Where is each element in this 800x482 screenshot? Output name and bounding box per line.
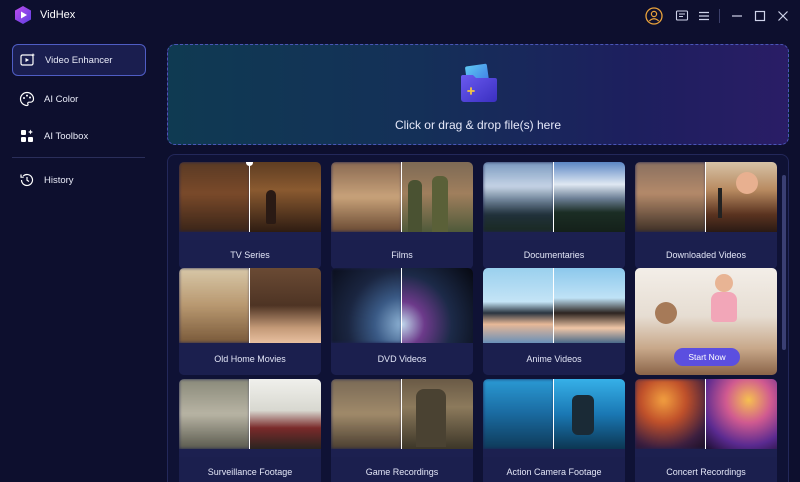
sidebar-item-video-enhancer[interactable]: Video Enhancer bbox=[12, 44, 146, 76]
maximize-icon[interactable] bbox=[750, 6, 770, 26]
sidebar-item-label: AI Color bbox=[44, 93, 79, 105]
card-label: Action Camera Footage bbox=[483, 457, 625, 482]
sidebar-item-ai-color[interactable]: AI Color bbox=[12, 83, 146, 115]
card-thumbnail bbox=[179, 162, 321, 232]
card-thumbnail bbox=[179, 268, 321, 343]
user-icon[interactable] bbox=[644, 6, 664, 26]
start-now-button[interactable]: Start Now bbox=[674, 348, 740, 366]
card-action-camera-footage[interactable]: Action Camera Footage bbox=[483, 379, 625, 482]
feedback-icon[interactable] bbox=[672, 6, 692, 26]
sidebar: Video Enhancer AI Color AI Toolbox Histo… bbox=[0, 32, 158, 482]
card-thumbnail bbox=[331, 268, 473, 343]
card-thumbnail bbox=[635, 379, 777, 449]
card-documentaries[interactable]: Documentaries bbox=[483, 162, 625, 269]
card-thumbnail bbox=[179, 379, 321, 449]
card-thumbnail bbox=[483, 379, 625, 449]
card-films[interactable]: Films bbox=[331, 162, 473, 269]
grid-scrollbar[interactable] bbox=[782, 175, 786, 350]
card-surveillance-footage[interactable]: Surveillance Footage bbox=[179, 379, 321, 482]
add-folder-icon bbox=[461, 63, 497, 102]
card-label: Concert Recordings bbox=[635, 457, 777, 482]
sidebar-item-history[interactable]: History bbox=[12, 164, 146, 196]
sidebar-item-label: AI Toolbox bbox=[44, 130, 89, 142]
card-old-home-movies[interactable]: Old Home Movies bbox=[179, 268, 321, 375]
sidebar-item-label: Video Enhancer bbox=[45, 54, 113, 66]
card-thumbnail bbox=[635, 162, 777, 232]
close-icon[interactable] bbox=[773, 6, 793, 26]
app-name: VidHex bbox=[40, 9, 76, 21]
card-label: Films bbox=[331, 240, 473, 269]
titlebar-separator bbox=[719, 9, 720, 23]
card-thumbnail bbox=[331, 379, 473, 449]
menu-icon[interactable] bbox=[694, 6, 714, 26]
card-label: Surveillance Footage bbox=[179, 457, 321, 482]
scenario-grid: TV Series Films Documentaries Downloaded… bbox=[167, 154, 789, 482]
card-dvd-videos[interactable]: DVD Videos bbox=[331, 268, 473, 375]
card-thumbnail bbox=[331, 162, 473, 232]
card-thumbnail bbox=[483, 162, 625, 232]
card-start-now[interactable]: Start Now bbox=[635, 268, 777, 375]
card-label: Documentaries bbox=[483, 240, 625, 269]
card-concert-recordings[interactable]: Concert Recordings bbox=[635, 379, 777, 482]
card-label: TV Series bbox=[179, 240, 321, 269]
card-label: Game Recordings bbox=[331, 457, 473, 482]
card-label: Downloaded Videos bbox=[635, 240, 777, 269]
card-tv-series[interactable]: TV Series bbox=[179, 162, 321, 269]
history-icon bbox=[19, 172, 35, 188]
minimize-icon[interactable] bbox=[727, 6, 747, 26]
toolbox-icon bbox=[19, 128, 35, 144]
video-enhance-icon bbox=[20, 52, 36, 68]
card-downloaded-videos[interactable]: Downloaded Videos bbox=[635, 162, 777, 269]
palette-icon bbox=[19, 91, 35, 107]
title-bar: VidHex bbox=[0, 0, 800, 32]
vidhex-logo bbox=[15, 6, 31, 24]
sidebar-item-label: History bbox=[44, 174, 74, 186]
card-label: DVD Videos bbox=[331, 343, 473, 375]
card-label: Anime Videos bbox=[483, 343, 625, 375]
card-thumbnail bbox=[483, 268, 625, 343]
sidebar-divider bbox=[12, 157, 145, 158]
file-drop-zone[interactable]: Click or drag & drop file(s) here bbox=[167, 44, 789, 145]
sidebar-item-ai-toolbox[interactable]: AI Toolbox bbox=[12, 120, 146, 152]
card-game-recordings[interactable]: Game Recordings bbox=[331, 379, 473, 482]
card-anime-videos[interactable]: Anime Videos bbox=[483, 268, 625, 375]
drop-zone-text: Click or drag & drop file(s) here bbox=[394, 118, 562, 132]
card-label: Old Home Movies bbox=[179, 343, 321, 375]
